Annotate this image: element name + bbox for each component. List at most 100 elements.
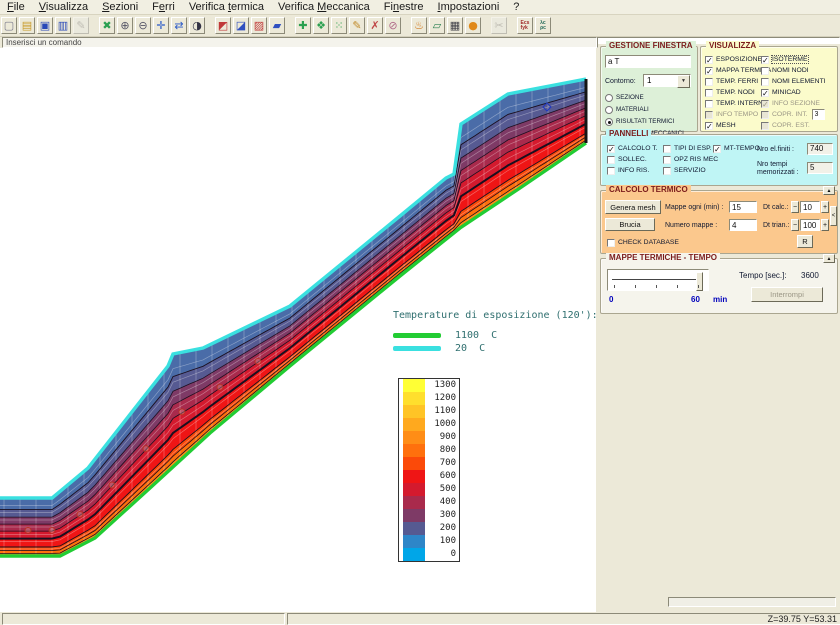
contorno-label: Contorno: <box>605 78 636 85</box>
scale-value-label: 1000 <box>425 418 459 431</box>
edit-node-button[interactable]: ✎ <box>349 17 365 34</box>
menu-ferri[interactable]: Ferri <box>145 0 182 14</box>
dt-trian-minus-button[interactable]: − <box>791 219 799 231</box>
slider-handle[interactable] <box>696 272 703 291</box>
radio-risultati-termici[interactable]: RISULTATI TERMICI <box>605 116 684 127</box>
radio-icon <box>605 118 613 126</box>
save-report-button[interactable]: ▥ <box>55 17 71 34</box>
genera-mesh-button[interactable]: Genera mesh <box>605 200 661 214</box>
edit-sheet-icon: ▱ <box>433 20 441 31</box>
calcolo-check-database-checkbox[interactable]: CHECK DATABASE <box>607 237 679 248</box>
dt-calc-input[interactable] <box>800 201 820 213</box>
viz-nomi-elementi-checkbox[interactable]: NOMI ELEMENTI <box>761 76 826 87</box>
dt-trian-plus-button[interactable]: + <box>821 219 829 231</box>
slider-track <box>612 279 702 280</box>
edit-sheet-button[interactable]: ▱ <box>429 17 445 34</box>
mappe-ogni-input[interactable] <box>729 201 757 213</box>
exposure-entry-label: 20 C <box>455 343 485 354</box>
exclude-node-button[interactable]: ⊘ <box>385 17 401 34</box>
exposure-legend-entry: 20 C <box>393 342 596 355</box>
menu-[interactable]: ? <box>506 0 526 14</box>
pannelli-mt-tempo-checkbox[interactable]: ✓MT-TEMPO <box>713 143 760 154</box>
pan-button[interactable]: ✛ <box>153 17 169 34</box>
slider-max-label: 60 <box>691 295 700 304</box>
time-slider[interactable] <box>607 269 709 291</box>
panel-pannelli: PANNELLI ✓CALCOLO T.SOLLEC.INFO RIS. TIP… <box>600 134 838 186</box>
menu-impostazioni[interactable]: Impostazioni <box>431 0 507 14</box>
add-node-button[interactable]: ✚ <box>295 17 311 34</box>
pannelli-info-ris-checkbox[interactable]: INFO RIS. <box>607 165 658 176</box>
open-file-icon: ▤ <box>22 20 32 31</box>
concrete-props-button[interactable]: Ecsfyk <box>517 17 533 34</box>
checkbox-icon: ✓ <box>761 89 769 97</box>
table-button[interactable]: ▦ <box>447 17 463 34</box>
add-element-button[interactable]: ❖ <box>313 17 329 34</box>
drawing-canvas[interactable]: Temperature di esposizione (120'): 1100 … <box>0 48 596 612</box>
nro-tempi-label-2: memorizzati : <box>757 169 799 176</box>
numero-mappe-input[interactable] <box>729 219 757 231</box>
new-file-button[interactable]: ▢ <box>1 17 17 34</box>
zoom-out-button[interactable]: ⊖ <box>135 17 151 34</box>
regen-button[interactable]: ⇄ <box>171 17 187 34</box>
menu-sezioni[interactable]: Sezioni <box>95 0 145 14</box>
viz-info-sezione-checkbox[interactable]: ✓INFO SEZIONE <box>761 98 826 109</box>
section-edit-button[interactable]: ▰ <box>269 17 285 34</box>
viz-copr-est-checkbox[interactable]: COPR. EST. <box>761 120 826 131</box>
open-file-button[interactable]: ▤ <box>19 17 35 34</box>
menu-verifica-termica[interactable]: Verifica termica <box>182 0 271 14</box>
delete-node-button[interactable]: ✗ <box>367 17 383 34</box>
radio-materiali[interactable]: MATERIALI <box>605 104 684 115</box>
collapse-panel-button[interactable]: ▲ <box>823 186 835 195</box>
scale-legend-row: 800 <box>399 444 459 457</box>
r-button[interactable]: R <box>797 235 813 248</box>
radio-sezione[interactable]: SEZIONE <box>605 92 684 103</box>
panel-shift-button[interactable]: < <box>830 206 837 226</box>
scale-color-swatch <box>403 496 425 509</box>
viz-copr-int-checkbox[interactable]: COPR. INT. <box>761 109 826 120</box>
section-mesh-icon: ▨ <box>254 20 264 31</box>
save-button[interactable]: ▣ <box>37 17 53 34</box>
fire-exposure-button[interactable]: ♨ <box>411 17 427 34</box>
viz-isoterme-checkbox[interactable]: ✓ISOTERME <box>761 54 826 65</box>
mesh-points-button[interactable]: ⁙ <box>331 17 347 34</box>
scale-legend-row: 1300 <box>399 379 459 392</box>
shade-button[interactable]: ◑ <box>189 17 205 34</box>
menu-verifica-meccanica[interactable]: Verifica Meccanica <box>271 0 377 14</box>
section-view-button[interactable]: ◩ <box>215 17 231 34</box>
cut-button[interactable]: ✂ <box>491 17 507 34</box>
contorno-dropdown[interactable]: 1 ▼ <box>643 74 691 87</box>
pannelli-sollec-checkbox[interactable]: SOLLEC. <box>607 154 658 165</box>
section-mesh-button[interactable]: ▨ <box>251 17 267 34</box>
checkbox-label: TEMP. INTERNE <box>716 100 768 107</box>
print-button[interactable]: ✎ <box>73 17 89 34</box>
pannelli-tipi-di-esp-checkbox[interactable]: TIPI DI ESP. <box>663 143 718 154</box>
section-edit-icon: ▰ <box>273 20 281 31</box>
pannelli-servizio-checkbox[interactable]: SERVIZIO <box>663 165 718 176</box>
checkbox-label: CALCOLO T. <box>618 145 658 152</box>
viz-nomi-nodi-checkbox[interactable]: NOMI NODI <box>761 65 826 76</box>
dt-trian-input[interactable] <box>800 219 820 231</box>
panel-calcolo-termico: CALCOLO TERMICO ▲ Genera mesh Brucia Map… <box>600 190 838 254</box>
section-nodes-button[interactable]: ◪ <box>233 17 249 34</box>
dt-calc-plus-button[interactable]: + <box>821 201 829 213</box>
scale-legend-row: 1000 <box>399 418 459 431</box>
drop-button[interactable]: ● <box>465 17 481 34</box>
collapse-panel-button[interactable]: ▲ <box>823 254 835 263</box>
scale-color-swatch <box>403 522 425 535</box>
dt-calc-minus-button[interactable]: − <box>791 201 799 213</box>
dropdown-arrow-icon[interactable]: ▼ <box>677 75 690 88</box>
menu-visualizza[interactable]: Visualizza <box>32 0 95 14</box>
viz-copr-int-input[interactable] <box>812 109 825 120</box>
interrompi-button[interactable]: Interrompi <box>751 287 823 302</box>
pannelli-calcolo-t-checkbox[interactable]: ✓CALCOLO T. <box>607 143 658 154</box>
menu-file[interactable]: File <box>0 0 32 14</box>
brucia-button[interactable]: Brucia <box>605 218 655 231</box>
zoom-in-button[interactable]: ⊕ <box>117 17 133 34</box>
menu-finestre[interactable]: Finestre <box>377 0 431 14</box>
window-name-input[interactable] <box>605 55 691 68</box>
viz-minicad-checkbox[interactable]: ✓MINICAD <box>761 87 826 98</box>
pannelli-opz-ris-mec-checkbox[interactable]: OPZ RIS MEC <box>663 154 718 165</box>
erase-button[interactable]: ✖ <box>99 17 115 34</box>
command-input[interactable]: Inserisci un comando <box>2 37 597 48</box>
thermal-props-button[interactable]: λcρc <box>535 17 551 34</box>
